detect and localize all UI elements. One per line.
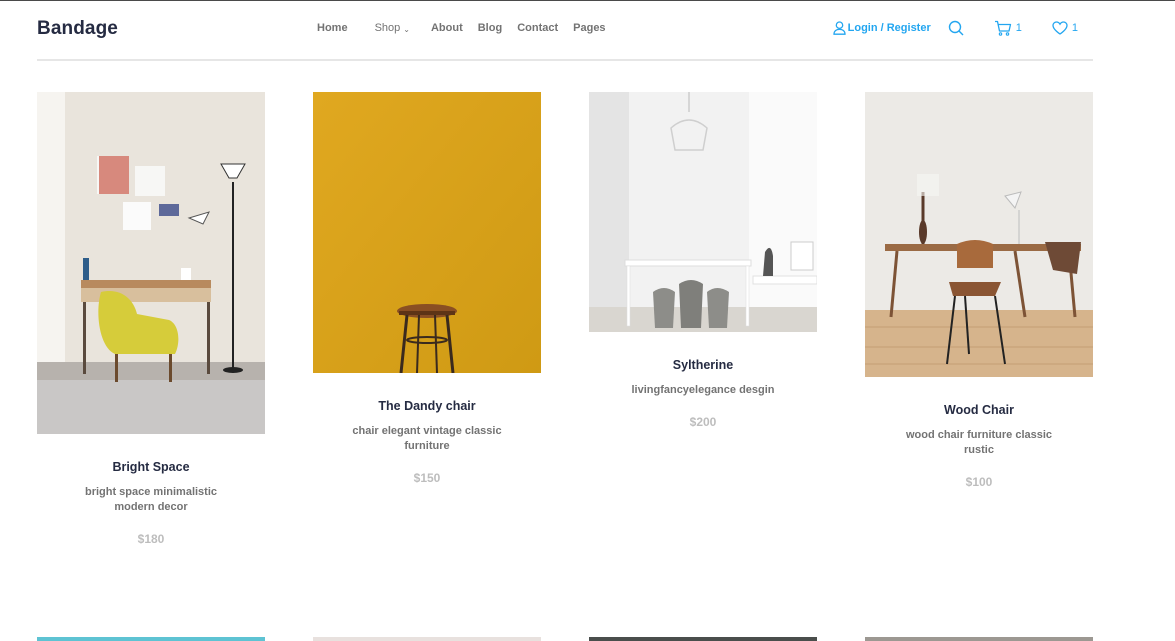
cart-count: 1 [1015, 22, 1022, 34]
nav-home[interactable]: Home [317, 22, 348, 34]
nav-shop-label: Shop [374, 22, 401, 34]
product-image[interactable] [589, 637, 817, 641]
nav-about[interactable]: About [431, 22, 463, 34]
product-image[interactable] [589, 92, 817, 332]
login-register-label: Login / Register [847, 22, 931, 34]
product-price: $150 [413, 471, 441, 485]
product-image[interactable] [313, 637, 541, 641]
product-card[interactable]: Wood Chair wood chair furniture classic … [865, 92, 1093, 489]
product-title[interactable]: Wood Chair [865, 403, 1093, 417]
product-description: wood chair furniture classic rustic [905, 429, 1053, 456]
brand-logo[interactable]: Bandage [37, 18, 118, 40]
cart-button[interactable]: 1 [994, 20, 1022, 36]
product-image[interactable] [865, 637, 1093, 641]
product-title[interactable]: Bright Space [37, 460, 265, 474]
product-image[interactable] [865, 92, 1093, 377]
search-button[interactable] [948, 20, 964, 36]
product-price: $100 [965, 475, 993, 489]
nav-contact[interactable]: Contact [517, 22, 558, 34]
product-card[interactable]: The Dandy chair chair elegant vintage cl… [313, 92, 541, 485]
cart-icon [994, 20, 1011, 36]
product-image[interactable] [37, 92, 265, 434]
product-card[interactable]: Bright Space bright space minimalistic m… [37, 92, 265, 546]
site-header: Bandage Home Shop ⌄ About Blog Contact P… [37, 1, 1093, 61]
nav-blog[interactable]: Blog [478, 22, 502, 34]
login-register-button[interactable]: Login / Register [832, 21, 931, 35]
product-price: $200 [689, 415, 717, 429]
product-price: $180 [137, 532, 165, 546]
product-card[interactable]: Syltherine livingfancyelegance desgin $2… [589, 92, 817, 429]
product-image[interactable] [37, 637, 265, 641]
main-nav: Home Shop ⌄ About Blog Contact Pages [317, 22, 606, 34]
search-icon [948, 20, 964, 36]
account-actions: Login / Register 1 1 [832, 20, 1078, 36]
product-image[interactable] [313, 92, 541, 373]
product-title[interactable]: The Dandy chair [313, 399, 541, 413]
wishlist-count: 1 [1071, 22, 1078, 34]
chevron-down-icon: ⌄ [403, 24, 410, 34]
wishlist-button[interactable]: 1 [1052, 21, 1078, 35]
product-description: livingfancyelegance desgin [631, 384, 775, 396]
product-description: bright space minimalistic modern decor [84, 486, 218, 513]
nav-pages[interactable]: Pages [573, 22, 605, 34]
product-description: chair elegant vintage classic furniture [352, 425, 502, 452]
nav-shop[interactable]: Shop ⌄ [375, 22, 410, 34]
product-title[interactable]: Syltherine [589, 358, 817, 372]
heart-icon [1052, 21, 1068, 35]
user-icon [832, 21, 846, 35]
